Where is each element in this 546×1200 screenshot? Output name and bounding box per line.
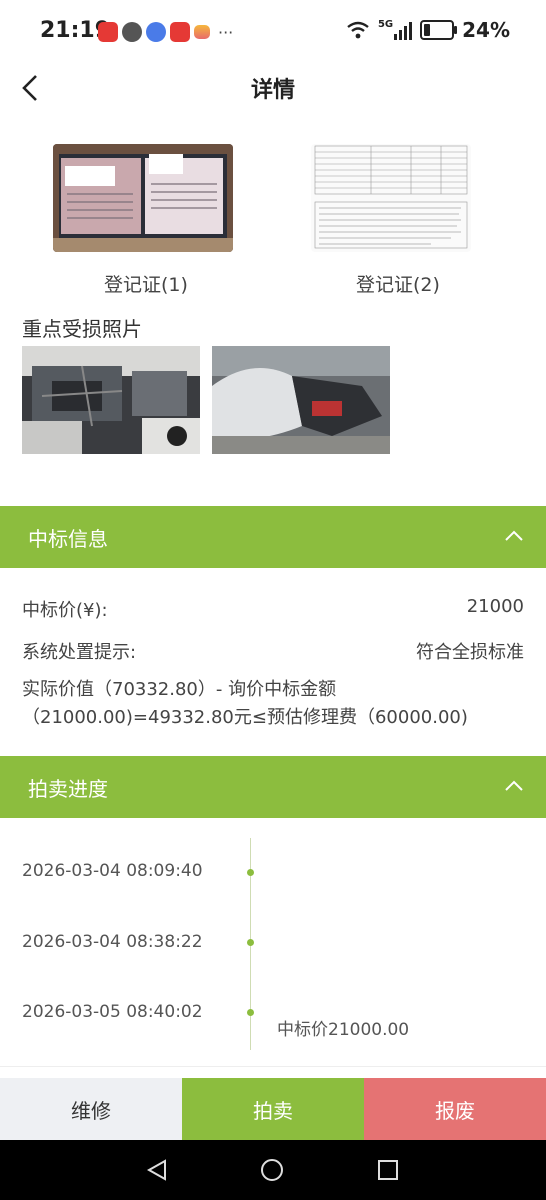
timeline-desc: 中标价21000.00 (277, 1020, 410, 1040)
winning-bid-title: 中标信息 (28, 527, 108, 551)
timeline-dot (247, 1009, 254, 1016)
system-nav-bar (0, 1140, 546, 1200)
calculation-line-1: 实际价值（70332.80）- 询价中标金额 (22, 679, 337, 700)
wallet-app-icon (194, 25, 210, 39)
network-type-label: 5G (377, 19, 394, 30)
chevron-up-icon (505, 780, 523, 791)
timeline-time: 2026-03-04 08:38:22 (22, 932, 203, 952)
damage-photos-title: 重点受损照片 (22, 317, 142, 341)
winning-price-row: 中标价(¥): 21000 (22, 596, 524, 622)
page-title: 详情 (250, 78, 295, 103)
signal-icon (394, 22, 413, 40)
wifi-icon (347, 21, 369, 39)
notification-icons: ··· (98, 22, 233, 42)
battery-percent: 24% (462, 18, 510, 42)
scrap-button[interactable]: 报废 (364, 1078, 546, 1140)
chevron-up-icon (505, 530, 523, 541)
registration-caption-1: 登记证(1) (104, 274, 188, 296)
timeline-dot (247, 939, 254, 946)
damage-photo-1[interactable] (22, 346, 200, 454)
app-notification-icon (170, 22, 190, 42)
more-notifications-icon: ··· (218, 22, 234, 42)
winning-price-label: 中标价(¥): (22, 600, 108, 621)
clipped-caption (105, 108, 195, 124)
recents-square-icon[interactable] (377, 1159, 399, 1181)
back-triangle-icon[interactable] (145, 1158, 169, 1182)
status-bar: 21:19 ··· 5G 24% (0, 0, 546, 64)
registration-image-1[interactable] (53, 144, 233, 252)
registration-caption-2: 登记证(2) (356, 274, 440, 296)
nav-bar: 详情 (0, 64, 546, 114)
app-notification-icon (98, 22, 118, 42)
registration-image-2[interactable] (311, 144, 471, 252)
clipped-labels (0, 108, 546, 126)
winning-bid-header[interactable]: 中标信息 (0, 506, 546, 568)
damage-photo-2[interactable] (212, 346, 390, 454)
repair-button[interactable]: 维修 (0, 1078, 182, 1140)
auction-progress-header[interactable]: 拍卖进度 (0, 756, 546, 818)
auction-button[interactable]: 拍卖 (182, 1078, 364, 1140)
disposal-hint-row: 系统处置提示: 符合全损标准 (22, 638, 524, 664)
home-circle-icon[interactable] (260, 1158, 284, 1182)
timeline-time: 2026-03-04 08:09:40 (22, 861, 203, 881)
calculation-line-2: （21000.00)=49332.80元≤预估修理费（60000.00) (22, 707, 468, 728)
winning-price-value: 21000 (466, 596, 524, 617)
timeline-dot (247, 869, 254, 876)
disposal-hint-value: 符合全损标准 (416, 642, 524, 663)
disposal-hint-label: 系统处置提示: (22, 642, 137, 663)
message-app-icon (146, 22, 166, 42)
divider (0, 1066, 546, 1067)
calculation-text: 实际价值（70332.80）- 询价中标金额 （21000.00)=49332.… (22, 676, 522, 732)
action-bar: 维修 拍卖 报废 (0, 1078, 546, 1140)
timeline-time: 2026-03-05 08:40:02 (22, 1002, 203, 1022)
auction-progress-title: 拍卖进度 (28, 777, 108, 801)
battery-icon (420, 20, 458, 40)
voice-app-icon (122, 22, 142, 42)
